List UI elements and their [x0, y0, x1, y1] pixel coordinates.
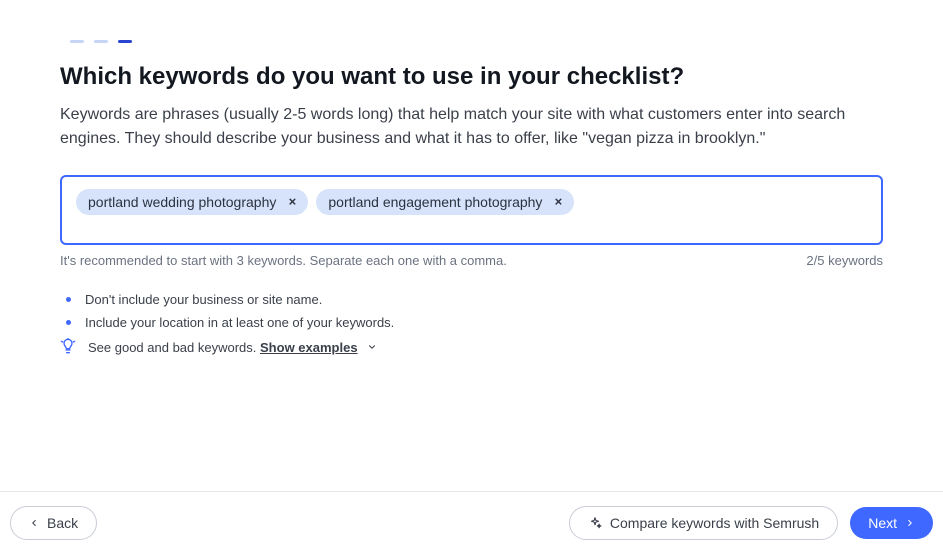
- compare-label: Compare keywords with Semrush: [610, 515, 819, 531]
- tip-item: See good and bad keywords. Show examples: [60, 338, 883, 357]
- remove-keyword-icon[interactable]: ×: [284, 194, 300, 210]
- compare-keywords-button[interactable]: Compare keywords with Semrush: [569, 506, 838, 540]
- keyword-tag: portland engagement photography ×: [316, 189, 574, 215]
- chevron-down-icon: [367, 340, 377, 355]
- tip-text: See good and bad keywords. Show examples: [88, 340, 377, 355]
- progress-step: [70, 40, 84, 43]
- back-button[interactable]: Back: [10, 506, 97, 540]
- page-description: Keywords are phrases (usually 2-5 words …: [60, 103, 883, 151]
- next-button[interactable]: Next: [850, 507, 933, 539]
- footer-bar: Back Compare keywords with Semrush Next: [0, 491, 943, 554]
- keyword-tag: portland wedding photography ×: [76, 189, 308, 215]
- bullet-icon: [66, 297, 71, 302]
- lightbulb-icon: [60, 338, 76, 357]
- keyword-tag-label: portland wedding photography: [88, 193, 276, 211]
- tip-text: Include your location in at least one of…: [85, 315, 394, 330]
- remove-keyword-icon[interactable]: ×: [550, 194, 566, 210]
- keywords-input[interactable]: portland wedding photography × portland …: [60, 175, 883, 245]
- keyword-tag-label: portland engagement photography: [328, 193, 542, 211]
- tip-item: Include your location in at least one of…: [60, 315, 883, 330]
- progress-indicator: [70, 40, 883, 43]
- show-examples-link[interactable]: Show examples: [260, 340, 358, 355]
- sparkle-icon: [588, 516, 602, 530]
- progress-step-current: [118, 40, 132, 43]
- back-label: Back: [47, 515, 78, 531]
- tips-list: Don't include your business or site name…: [60, 292, 883, 357]
- keywords-hint: It's recommended to start with 3 keyword…: [60, 253, 507, 268]
- tip-item: Don't include your business or site name…: [60, 292, 883, 307]
- chevron-right-icon: [905, 518, 915, 528]
- show-examples-label: Show examples: [260, 340, 358, 355]
- next-label: Next: [868, 515, 897, 531]
- tip-text: Don't include your business or site name…: [85, 292, 322, 307]
- chevron-left-icon: [29, 518, 39, 528]
- progress-step: [94, 40, 108, 43]
- bullet-icon: [66, 320, 71, 325]
- keywords-count: 2/5 keywords: [806, 253, 883, 268]
- tip-prefix: See good and bad keywords.: [88, 340, 260, 355]
- page-title: Which keywords do you want to use in you…: [60, 63, 883, 91]
